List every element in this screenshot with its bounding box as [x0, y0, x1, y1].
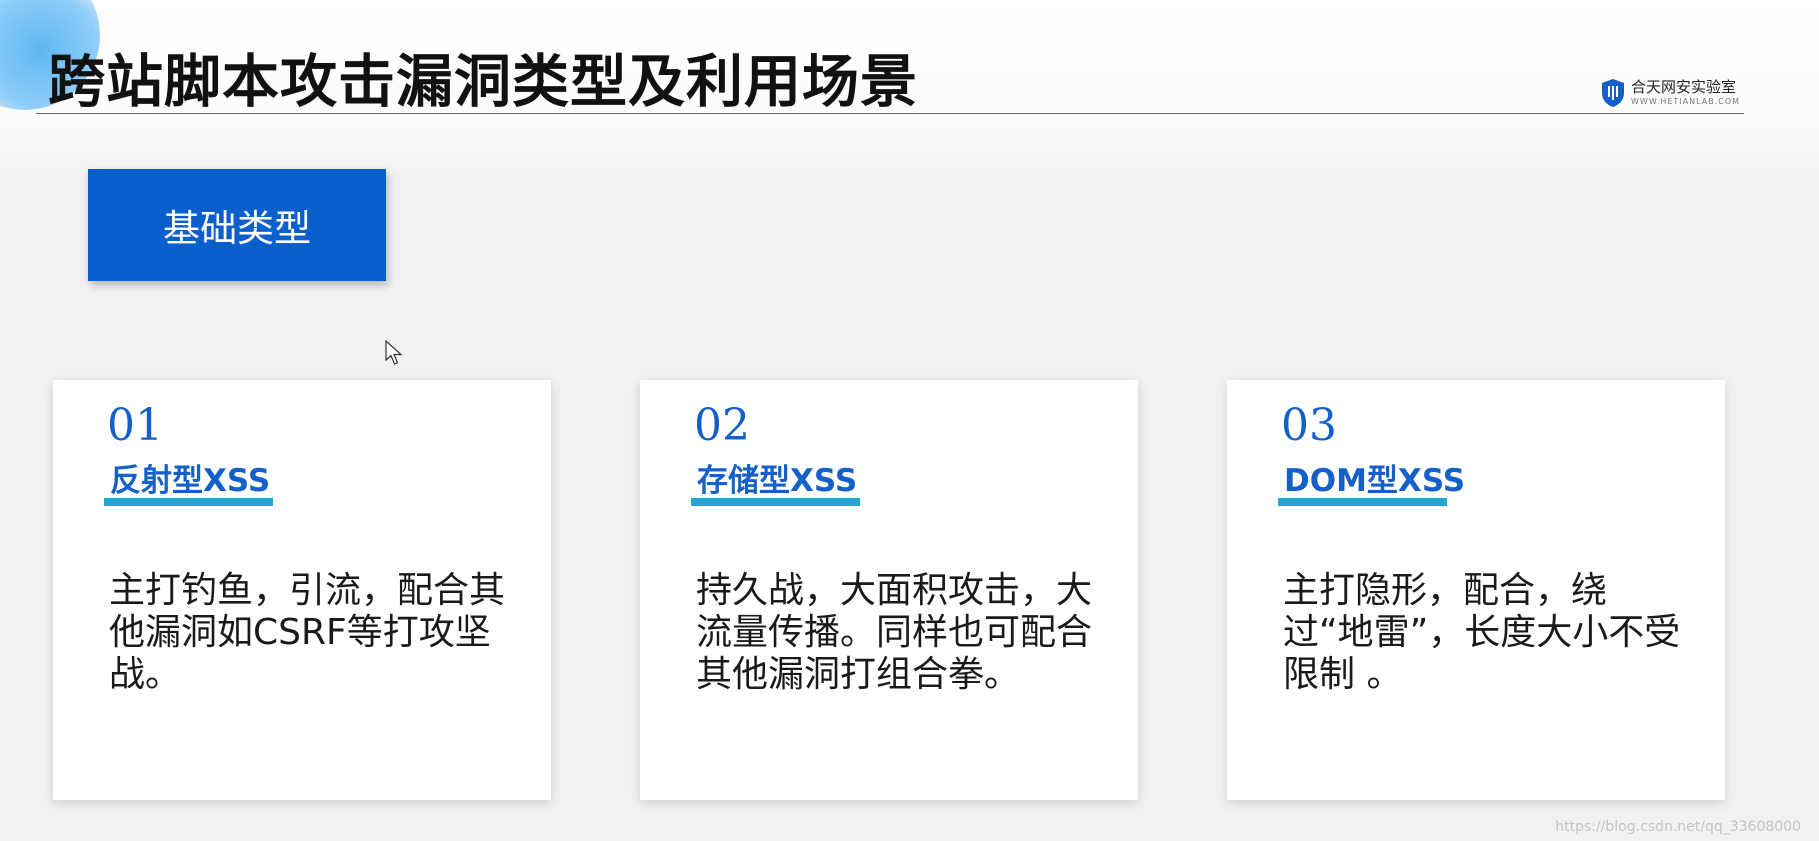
logo-url: WWW.HETIANLAB.COM	[1631, 97, 1741, 106]
card-title-underline	[1278, 498, 1447, 506]
card-title-underline	[691, 498, 860, 506]
basic-type-button[interactable]: 基础类型	[88, 169, 386, 281]
card-title: DOM型XSS	[1284, 463, 1466, 499]
xss-type-card-dom: 03 DOM型XSS 主打隐形，配合，绕过“地雷”，长度大小不受限制 。	[1227, 380, 1725, 800]
xss-type-card-stored: 02 存储型XSS 持久战，大面积攻击，大流量传播。同样也可配合其他漏洞打组合拳…	[640, 380, 1138, 800]
source-watermark: https://blog.csdn.net/qq_33608000	[1555, 819, 1801, 835]
card-description: 主打钓鱼，引流，配合其他漏洞如CSRF等打攻坚战。	[109, 570, 506, 695]
shield-icon	[1602, 79, 1624, 107]
card-number: 02	[694, 400, 750, 451]
card-number: 01	[107, 400, 163, 451]
card-title: 存储型XSS	[697, 463, 858, 499]
brand-logo: 合天网安实验室 WWW.HETIANLAB.COM	[1601, 78, 1740, 108]
logo-text: 合天网安实验室 WWW.HETIANLAB.COM	[1631, 80, 1740, 106]
logo-name: 合天网安实验室	[1631, 78, 1737, 96]
card-number: 03	[1281, 400, 1337, 451]
title-divider	[36, 113, 1744, 114]
xss-type-card-reflected: 01 反射型XSS 主打钓鱼，引流，配合其他漏洞如CSRF等打攻坚战。	[53, 380, 551, 800]
page-title: 跨站脚本攻击漏洞类型及利用场景	[48, 49, 918, 115]
card-title-underline	[104, 498, 273, 506]
card-description: 持久战，大面积攻击，大流量传播。同样也可配合其他漏洞打组合拳。	[696, 570, 1093, 695]
card-description: 主打隐形，配合，绕过“地雷”，长度大小不受限制 。	[1283, 570, 1681, 695]
mouse-cursor-icon	[385, 340, 403, 365]
card-title: 反射型XSS	[110, 463, 271, 499]
